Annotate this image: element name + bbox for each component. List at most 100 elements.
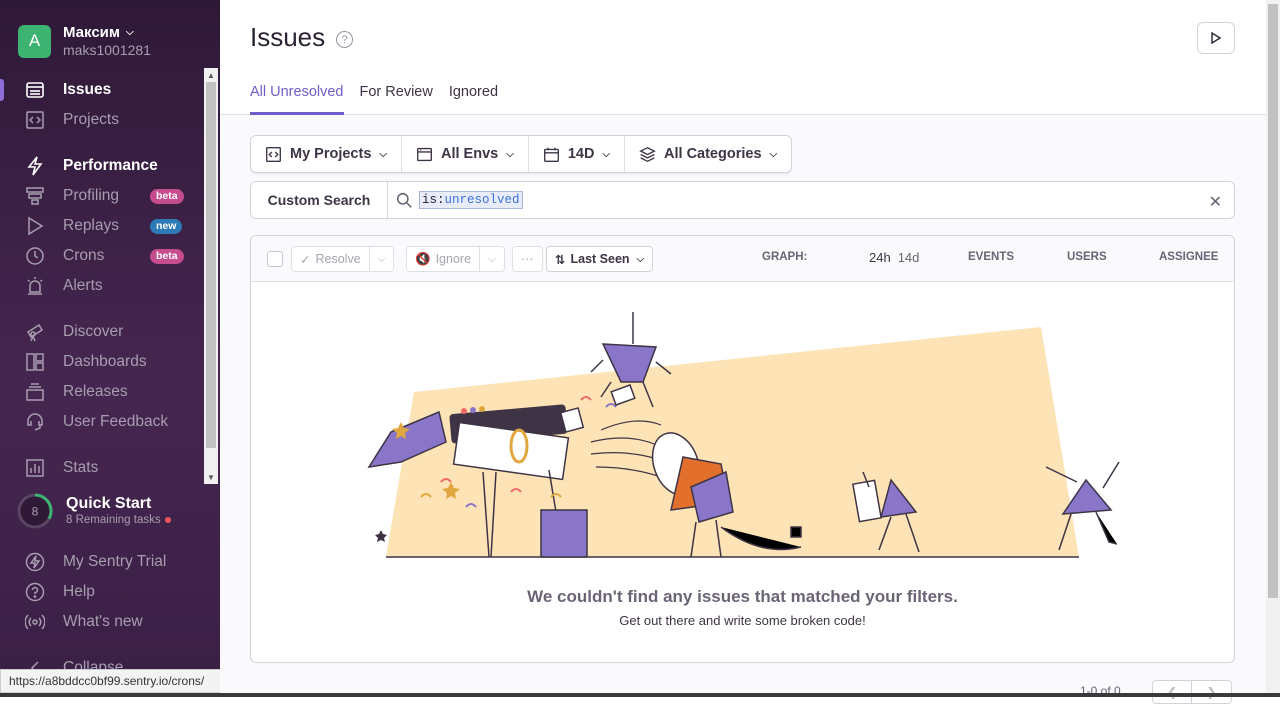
quick-start[interactable]: 8 Quick Start 8 Remaining tasks bbox=[16, 492, 206, 532]
megaphone-icon bbox=[24, 411, 46, 433]
date-filter[interactable]: 14D ⌵ bbox=[529, 136, 626, 172]
project-filter-label: My Projects bbox=[290, 146, 372, 162]
ignore-button-group: 🔇 Ignore ⌵ bbox=[406, 246, 505, 272]
scrollbar-thumb[interactable] bbox=[206, 82, 216, 448]
check-icon: ✓ bbox=[300, 252, 311, 267]
quick-start-title: Quick Start bbox=[66, 495, 152, 512]
category-filter[interactable]: All Categories ⌵ bbox=[625, 136, 791, 172]
category-filter-label: All Categories bbox=[664, 146, 762, 162]
sidebar-item-label: Crons bbox=[63, 247, 105, 264]
custom-search-button[interactable]: Custom Search bbox=[251, 182, 388, 218]
next-page-button[interactable]: ❯ bbox=[1192, 680, 1232, 704]
play-button[interactable] bbox=[1197, 22, 1235, 54]
window-icon bbox=[416, 146, 433, 163]
sidebar-item-user-feedback[interactable]: User Feedback bbox=[0, 407, 204, 437]
window-bottom-edge bbox=[0, 693, 1280, 697]
more-actions-button[interactable]: ··· bbox=[512, 246, 543, 272]
notification-dot bbox=[164, 516, 171, 523]
scroll-up-arrow-icon[interactable]: ▲ bbox=[204, 68, 218, 82]
sidebar-item-label: Profiling bbox=[63, 187, 119, 204]
sidebar-scrollbar[interactable]: ▲ ▼ bbox=[204, 68, 218, 484]
tab-for-review[interactable]: For Review bbox=[360, 84, 433, 115]
ignore-button[interactable]: 🔇 Ignore bbox=[407, 247, 479, 271]
clock-icon bbox=[24, 245, 46, 267]
date-filter-label: 14D bbox=[567, 146, 595, 162]
question-icon bbox=[24, 581, 46, 603]
sidebar-item-trial[interactable]: My Sentry Trial bbox=[0, 547, 204, 577]
sidebar-item-whats-new[interactable]: What's new bbox=[0, 607, 204, 637]
sidebar-item-issues[interactable]: Issues bbox=[0, 75, 204, 105]
scroll-down-arrow-icon[interactable]: ▼ bbox=[204, 470, 218, 484]
select-all-checkbox[interactable] bbox=[267, 251, 283, 267]
page-header: Issues ? All Unresolved For Review Ignor… bbox=[220, 0, 1266, 115]
sidebar-item-replays[interactable]: Replays new bbox=[0, 211, 204, 241]
sort-dropdown[interactable]: ⇅ Last Seen ⌵ bbox=[546, 246, 654, 272]
sidebar-item-profiling[interactable]: Profiling beta bbox=[0, 181, 204, 211]
previous-page-button[interactable]: ❮ bbox=[1152, 680, 1192, 704]
layers-icon bbox=[639, 146, 656, 163]
sort-label: Last Seen bbox=[570, 252, 630, 266]
sidebar-item-label: Stats bbox=[63, 459, 99, 476]
page-scrollbar-thumb[interactable] bbox=[1268, 4, 1278, 598]
play-icon bbox=[1211, 32, 1222, 44]
org-username: maks1001281 bbox=[63, 42, 151, 58]
search-query-token[interactable]: is:unresolved bbox=[419, 191, 523, 209]
sort-icon: ⇅ bbox=[555, 252, 566, 267]
project-filter[interactable]: My Projects ⌵ bbox=[251, 136, 402, 172]
ignore-label: Ignore bbox=[435, 252, 472, 266]
sidebar-item-crons[interactable]: Crons beta bbox=[0, 241, 204, 271]
play-icon bbox=[24, 215, 46, 237]
sidebar-item-label: What's new bbox=[63, 613, 143, 630]
empty-state-title: We couldn't find any issues that matched… bbox=[527, 587, 958, 606]
resolve-label: Resolve bbox=[315, 252, 361, 266]
dashboard-icon bbox=[24, 351, 46, 373]
users-column-header: USERS bbox=[1067, 251, 1107, 263]
range-24h[interactable]: 24h bbox=[869, 250, 891, 265]
ellipsis-icon: ··· bbox=[521, 252, 534, 266]
sidebar-item-stats[interactable]: Stats bbox=[0, 453, 204, 483]
page-title: Issues bbox=[250, 22, 326, 52]
org-name: Максим bbox=[63, 24, 120, 41]
sidebar-item-label: Performance bbox=[63, 157, 158, 174]
chevron-down-icon: ⌵ bbox=[488, 253, 496, 265]
close-icon[interactable]: ✕ bbox=[1209, 192, 1222, 212]
chevron-down-icon: ⌵ bbox=[377, 253, 386, 265]
stats-icon bbox=[24, 457, 46, 479]
sidebar-item-projects[interactable]: Projects bbox=[0, 105, 204, 135]
environment-filter[interactable]: All Envs ⌵ bbox=[402, 136, 529, 172]
ignore-dropdown[interactable]: ⌵ bbox=[479, 247, 504, 271]
issue-list-header: ✓ Resolve ⌵ 🔇 Ignore ⌵ ··· ⇅ Last Seen ⌵ G… bbox=[251, 236, 1234, 282]
sidebar-item-label: Projects bbox=[63, 111, 119, 128]
project-icon bbox=[265, 146, 282, 163]
beta-badge: beta bbox=[150, 188, 184, 204]
graph-range-toggle: 24h 14d bbox=[869, 250, 919, 265]
search-bar: Custom Search is:unresolved ✕ bbox=[250, 181, 1235, 219]
search-input[interactable]: is:unresolved ✕ bbox=[388, 182, 1234, 218]
range-14d[interactable]: 14d bbox=[898, 250, 920, 265]
lightning-icon bbox=[24, 155, 46, 177]
sidebar-item-label: Alerts bbox=[63, 277, 103, 294]
resolve-button-group: ✓ Resolve ⌵ bbox=[291, 246, 395, 272]
search-icon bbox=[396, 192, 413, 209]
sidebar-item-help[interactable]: Help bbox=[0, 577, 204, 607]
browser-status-url: https://a8bddcc0bf99.sentry.io/crons/ bbox=[0, 669, 234, 693]
tab-ignored[interactable]: Ignored bbox=[449, 84, 498, 115]
new-badge: new bbox=[150, 218, 183, 234]
org-switcher[interactable]: A Максим ⌵ maks1001281 bbox=[18, 24, 151, 58]
sidebar-item-discover[interactable]: Discover bbox=[0, 317, 204, 347]
help-icon[interactable]: ? bbox=[336, 31, 353, 48]
resolve-button[interactable]: ✓ Resolve bbox=[292, 247, 369, 271]
sidebar-item-releases[interactable]: Releases bbox=[0, 377, 204, 407]
page-scrollbar[interactable] bbox=[1266, 0, 1280, 697]
tab-all-unresolved[interactable]: All Unresolved bbox=[250, 84, 344, 115]
sidebar-item-performance[interactable]: Performance bbox=[0, 151, 204, 181]
sidebar-item-dashboards[interactable]: Dashboards bbox=[0, 347, 204, 377]
beta-badge: beta bbox=[150, 248, 184, 264]
releases-icon bbox=[24, 381, 46, 403]
resolve-dropdown[interactable]: ⌵ bbox=[368, 247, 394, 271]
sidebar-item-alerts[interactable]: Alerts bbox=[0, 271, 204, 301]
projects-icon bbox=[24, 109, 46, 131]
org-avatar: A bbox=[18, 24, 51, 58]
assignee-column-header: ASSIGNEE bbox=[1159, 251, 1219, 263]
issue-tabs: All Unresolved For Review Ignored bbox=[250, 84, 514, 115]
